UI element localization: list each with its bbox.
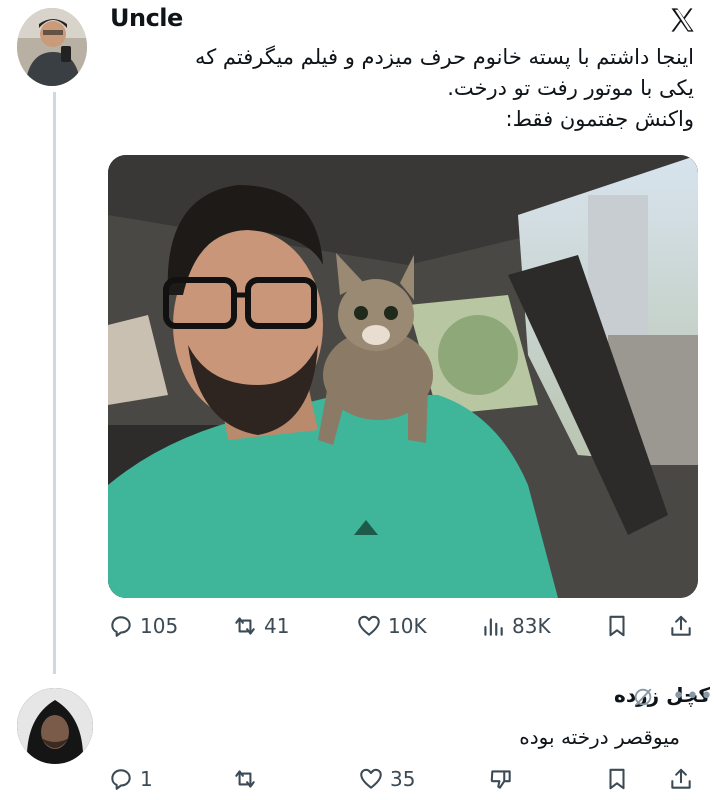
repost-count: 41 — [264, 614, 290, 638]
tweet-text-line: یکی با موتور رفت تو درخت. — [447, 76, 694, 100]
reply-reply-button[interactable]: 1 — [108, 766, 153, 792]
views-count: 83K — [512, 614, 551, 638]
reply-reply-count: 1 — [140, 767, 153, 791]
repost-button[interactable]: 41 — [232, 613, 289, 639]
tweet-text-line: اینجا داشتم با پسته خانوم حرف میزدم و فی… — [195, 45, 694, 69]
more-icon[interactable]: ••• — [672, 684, 714, 709]
bookmark-button[interactable] — [604, 613, 630, 639]
reply-icon — [111, 616, 131, 637]
repost-icon — [235, 617, 255, 635]
reply-share-button[interactable] — [668, 766, 694, 792]
reply-repost-button[interactable] — [232, 766, 258, 792]
like-count: 10K — [388, 614, 427, 638]
reply-author-avatar[interactable] — [17, 688, 93, 764]
x-logo-icon[interactable] — [668, 6, 696, 34]
reply-text: میوقصر درخته بوده — [519, 725, 680, 749]
views-button[interactable]: 83K — [480, 613, 551, 639]
tweet-text: اینجا داشتم با پسته خانوم حرف میزدم و فی… — [94, 42, 694, 135]
share-icon — [671, 768, 691, 789]
reply-icon — [111, 769, 131, 790]
reply-like-count: 35 — [390, 767, 416, 791]
like-button[interactable]: 10K — [356, 613, 427, 639]
reply-button[interactable]: 105 — [108, 613, 178, 639]
reply-count: 105 — [140, 614, 179, 638]
thread-line — [53, 92, 56, 674]
dislike-button[interactable] — [488, 766, 514, 792]
bookmark-icon — [609, 768, 625, 790]
bookmark-icon — [609, 615, 625, 637]
share-button[interactable] — [668, 613, 694, 639]
share-icon — [671, 615, 691, 636]
like-icon — [360, 768, 382, 789]
author-name[interactable]: Uncle — [110, 4, 183, 32]
repost-icon — [235, 770, 255, 788]
views-icon — [484, 618, 503, 636]
reply-bookmark-button[interactable] — [604, 766, 630, 792]
grok-icon[interactable] — [632, 686, 654, 708]
tweet-photo[interactable] — [108, 155, 698, 598]
dislike-icon — [490, 770, 511, 789]
author-avatar[interactable] — [17, 8, 87, 86]
tweet-text-line: واکنش جفتمون فقط: — [505, 107, 694, 131]
like-icon — [358, 615, 380, 636]
reply-like-button[interactable]: 35 — [358, 766, 415, 792]
